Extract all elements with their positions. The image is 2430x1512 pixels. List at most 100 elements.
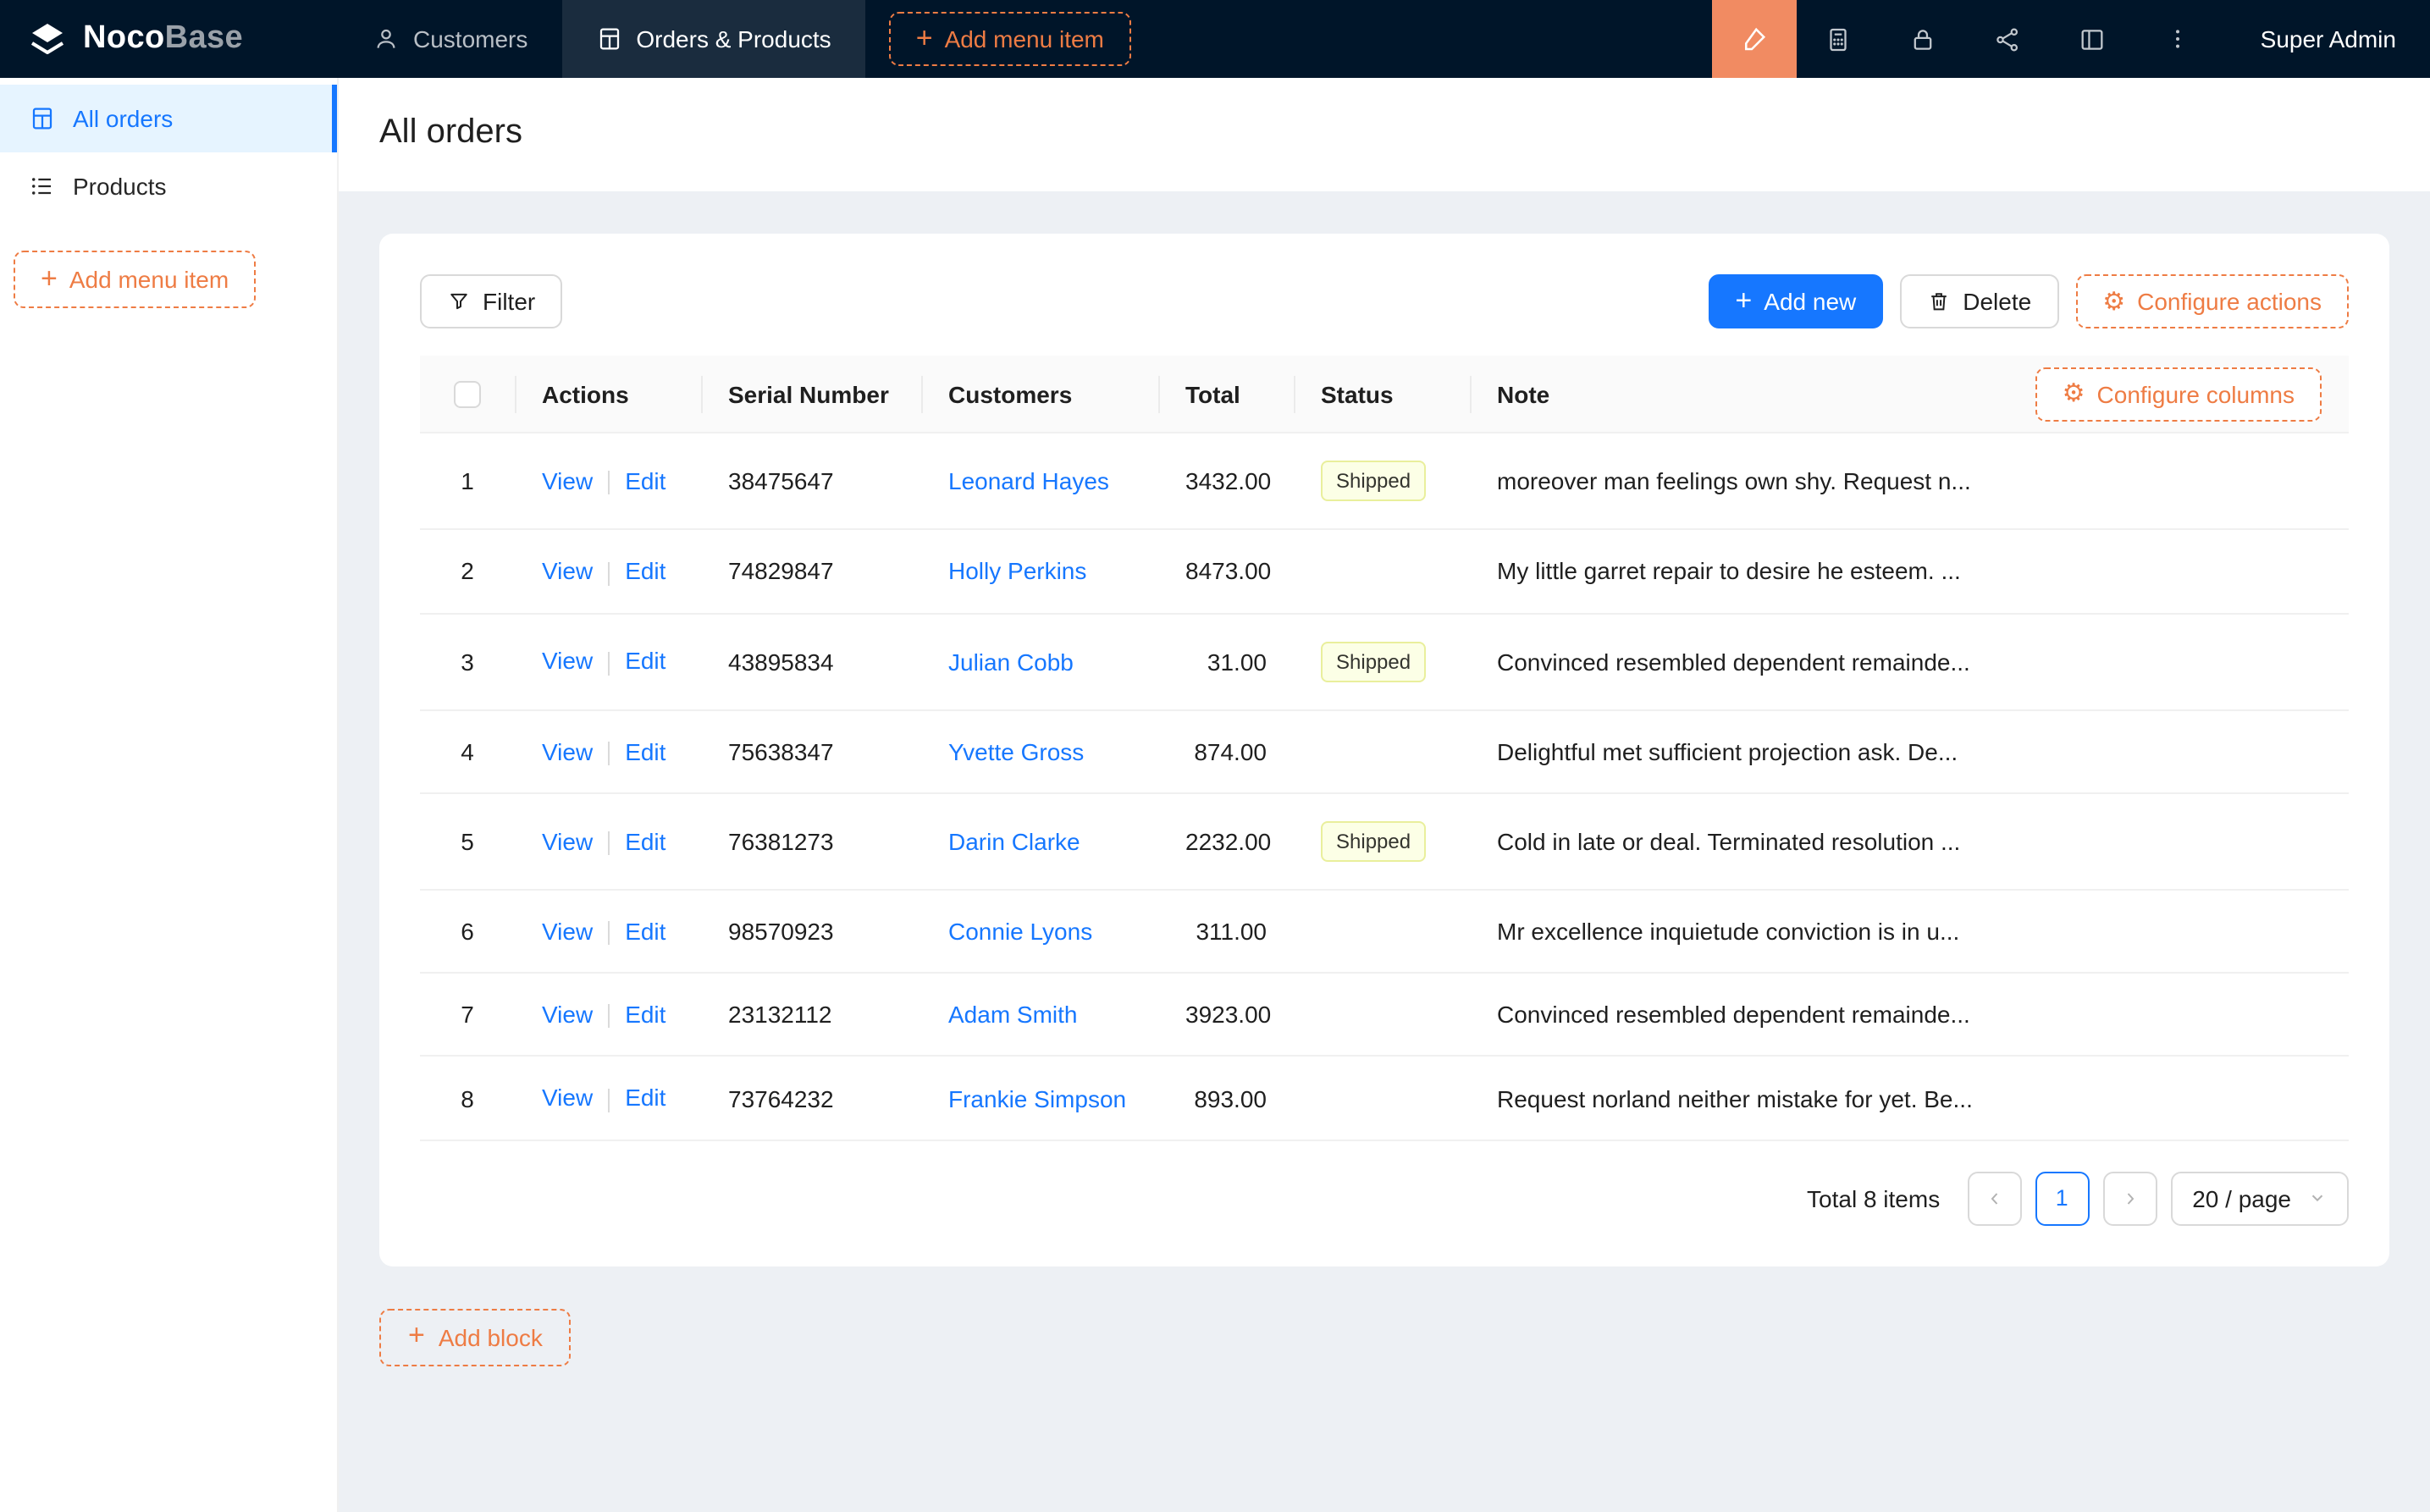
app-header: NocoBase Customers Orders & Products: [0, 0, 2430, 78]
variables-button[interactable]: [1797, 0, 1881, 78]
nav-item-customers[interactable]: Customers: [339, 0, 561, 78]
action-divider: [608, 742, 610, 765]
configure-columns-button[interactable]: ⚙ Configure columns: [2035, 367, 2322, 421]
customer-link[interactable]: Holly Perkins: [948, 558, 1086, 585]
filter-button[interactable]: Filter: [420, 274, 562, 328]
pagination-page-1[interactable]: 1: [2035, 1172, 2089, 1226]
action-divider: [608, 472, 610, 495]
table-header-row: Actions Serial Number Customers Total St…: [420, 356, 2349, 433]
note-value: My little garret repair to desire he est…: [1497, 558, 1961, 585]
edit-link[interactable]: Edit: [625, 648, 665, 675]
nocobase-logo-icon: [27, 19, 68, 59]
view-link[interactable]: View: [542, 737, 593, 764]
note-value: Mr excellence inquietude conviction is i…: [1497, 918, 1959, 945]
chevron-left-icon: [1984, 1189, 2004, 1209]
customer-link[interactable]: Adam Smith: [948, 1002, 1078, 1029]
note-value: Convinced resembled dependent remainde..…: [1497, 1002, 1970, 1029]
total-value: 311.00: [1196, 918, 1267, 945]
table-row: 5 ViewEdit 76381273 Darin Clarke 2232.00…: [420, 793, 2349, 890]
gear-icon: ⚙: [2102, 289, 2125, 314]
customer-link[interactable]: Frankie Simpson: [948, 1084, 1126, 1112]
plus-icon: +: [408, 1322, 425, 1350]
highlighter-icon: [1739, 24, 1770, 54]
permissions-button[interactable]: [1881, 0, 1966, 78]
nav-item-label: Customers: [413, 25, 527, 52]
customer-link[interactable]: Julian Cobb: [948, 648, 1074, 675]
customer-link[interactable]: Leonard Hayes: [948, 468, 1109, 495]
sidebar-add-menu-item-button[interactable]: + Add menu item: [14, 251, 256, 308]
row-index: 6: [461, 918, 474, 945]
api-button[interactable]: [1966, 0, 2051, 78]
user-menu[interactable]: Super Admin: [2220, 0, 2430, 78]
header-add-menu-item-button[interactable]: + Add menu item: [889, 12, 1131, 66]
share-nodes-icon: [1994, 25, 2023, 53]
row-index: 7: [461, 1002, 474, 1029]
serial-number-value: 38475647: [728, 468, 834, 495]
serial-number-value: 73764232: [728, 1084, 834, 1112]
orders-table-block: Filter + Add new: [379, 234, 2389, 1266]
sidebar-item-products[interactable]: Products: [0, 152, 337, 220]
edit-link[interactable]: Edit: [625, 467, 665, 494]
edit-link[interactable]: Edit: [625, 918, 665, 945]
add-block-button[interactable]: + Add block: [379, 1309, 572, 1366]
customer-link[interactable]: Yvette Gross: [948, 737, 1084, 764]
sidebar-item-label: Products: [73, 173, 167, 200]
sidebar: All orders Products + Add menu item: [0, 78, 339, 1512]
column-header-note: Note ⚙ Configure columns: [1470, 356, 2349, 433]
table-row: 2 View Edit 74829847 Holly Perkins 8473.0…: [420, 530, 2349, 614]
column-header-total: Total: [1158, 356, 1294, 433]
view-link[interactable]: View: [542, 558, 593, 585]
row-index: 5: [461, 828, 474, 855]
orders-table-icon: [29, 105, 56, 132]
main-area: All orders Filter: [339, 78, 2430, 1512]
action-divider: [608, 1005, 610, 1029]
pagination: Total 8 items 1: [420, 1172, 2349, 1226]
total-value: 874.00: [1194, 737, 1267, 764]
edit-link[interactable]: Edit: [625, 1001, 665, 1028]
header-right-actions: Super Admin: [1712, 0, 2430, 78]
sidebar-item-all-orders[interactable]: All orders: [0, 85, 337, 152]
plus-icon: +: [1735, 285, 1752, 314]
edit-link[interactable]: Edit: [625, 737, 665, 764]
select-all-checkbox[interactable]: [454, 382, 481, 409]
configure-actions-button[interactable]: ⚙ Configure actions: [2075, 274, 2349, 328]
serial-number-value: 23132112: [728, 1002, 832, 1029]
page-size-select[interactable]: 20 / page: [2170, 1172, 2349, 1226]
top-nav: Customers Orders & Products: [339, 0, 865, 78]
table-row: 3 ViewEdit 43895834 Julian Cobb 31.00 Sh…: [420, 613, 2349, 709]
column-header-actions: Actions: [515, 356, 701, 433]
serial-number-value: 43895834: [728, 648, 834, 675]
customer-link[interactable]: Connie Lyons: [948, 918, 1092, 945]
pagination-prev-button[interactable]: [1967, 1172, 2021, 1226]
total-value: 2232.00: [1185, 828, 1271, 855]
delete-button[interactable]: Delete: [1900, 274, 2058, 328]
view-link[interactable]: View: [542, 1084, 593, 1112]
view-link[interactable]: View: [542, 1001, 593, 1028]
pagination-next-button[interactable]: [2102, 1172, 2157, 1226]
plus-icon: +: [916, 23, 933, 52]
list-icon: [29, 173, 56, 200]
total-value: 8473.00: [1185, 558, 1271, 585]
sidebar-item-label: All orders: [73, 105, 173, 132]
serial-number-value: 74829847: [728, 558, 834, 585]
status-tag: Shipped: [1321, 461, 1426, 502]
customer-link[interactable]: Darin Clarke: [948, 828, 1080, 855]
view-link[interactable]: View: [542, 918, 593, 945]
more-button[interactable]: [2135, 0, 2220, 78]
view-link[interactable]: View: [542, 467, 593, 494]
ui-editor-button[interactable]: [1712, 0, 1797, 78]
row-index: 2: [461, 558, 474, 585]
edit-link[interactable]: Edit: [625, 1084, 665, 1112]
nav-item-orders-products[interactable]: Orders & Products: [561, 0, 864, 78]
total-value: 3923.00: [1185, 1002, 1271, 1029]
action-divider: [608, 651, 610, 675]
nocobase-logo[interactable]: NocoBase: [0, 0, 339, 78]
orders-table: Actions Serial Number Customers Total St…: [420, 356, 2349, 1141]
add-new-button[interactable]: + Add new: [1708, 274, 1883, 328]
edit-link[interactable]: Edit: [625, 558, 665, 585]
edit-link[interactable]: Edit: [625, 827, 665, 854]
layout-button[interactable]: [2051, 0, 2135, 78]
view-link[interactable]: View: [542, 827, 593, 854]
view-link[interactable]: View: [542, 648, 593, 675]
calculator-icon: [1825, 25, 1853, 53]
